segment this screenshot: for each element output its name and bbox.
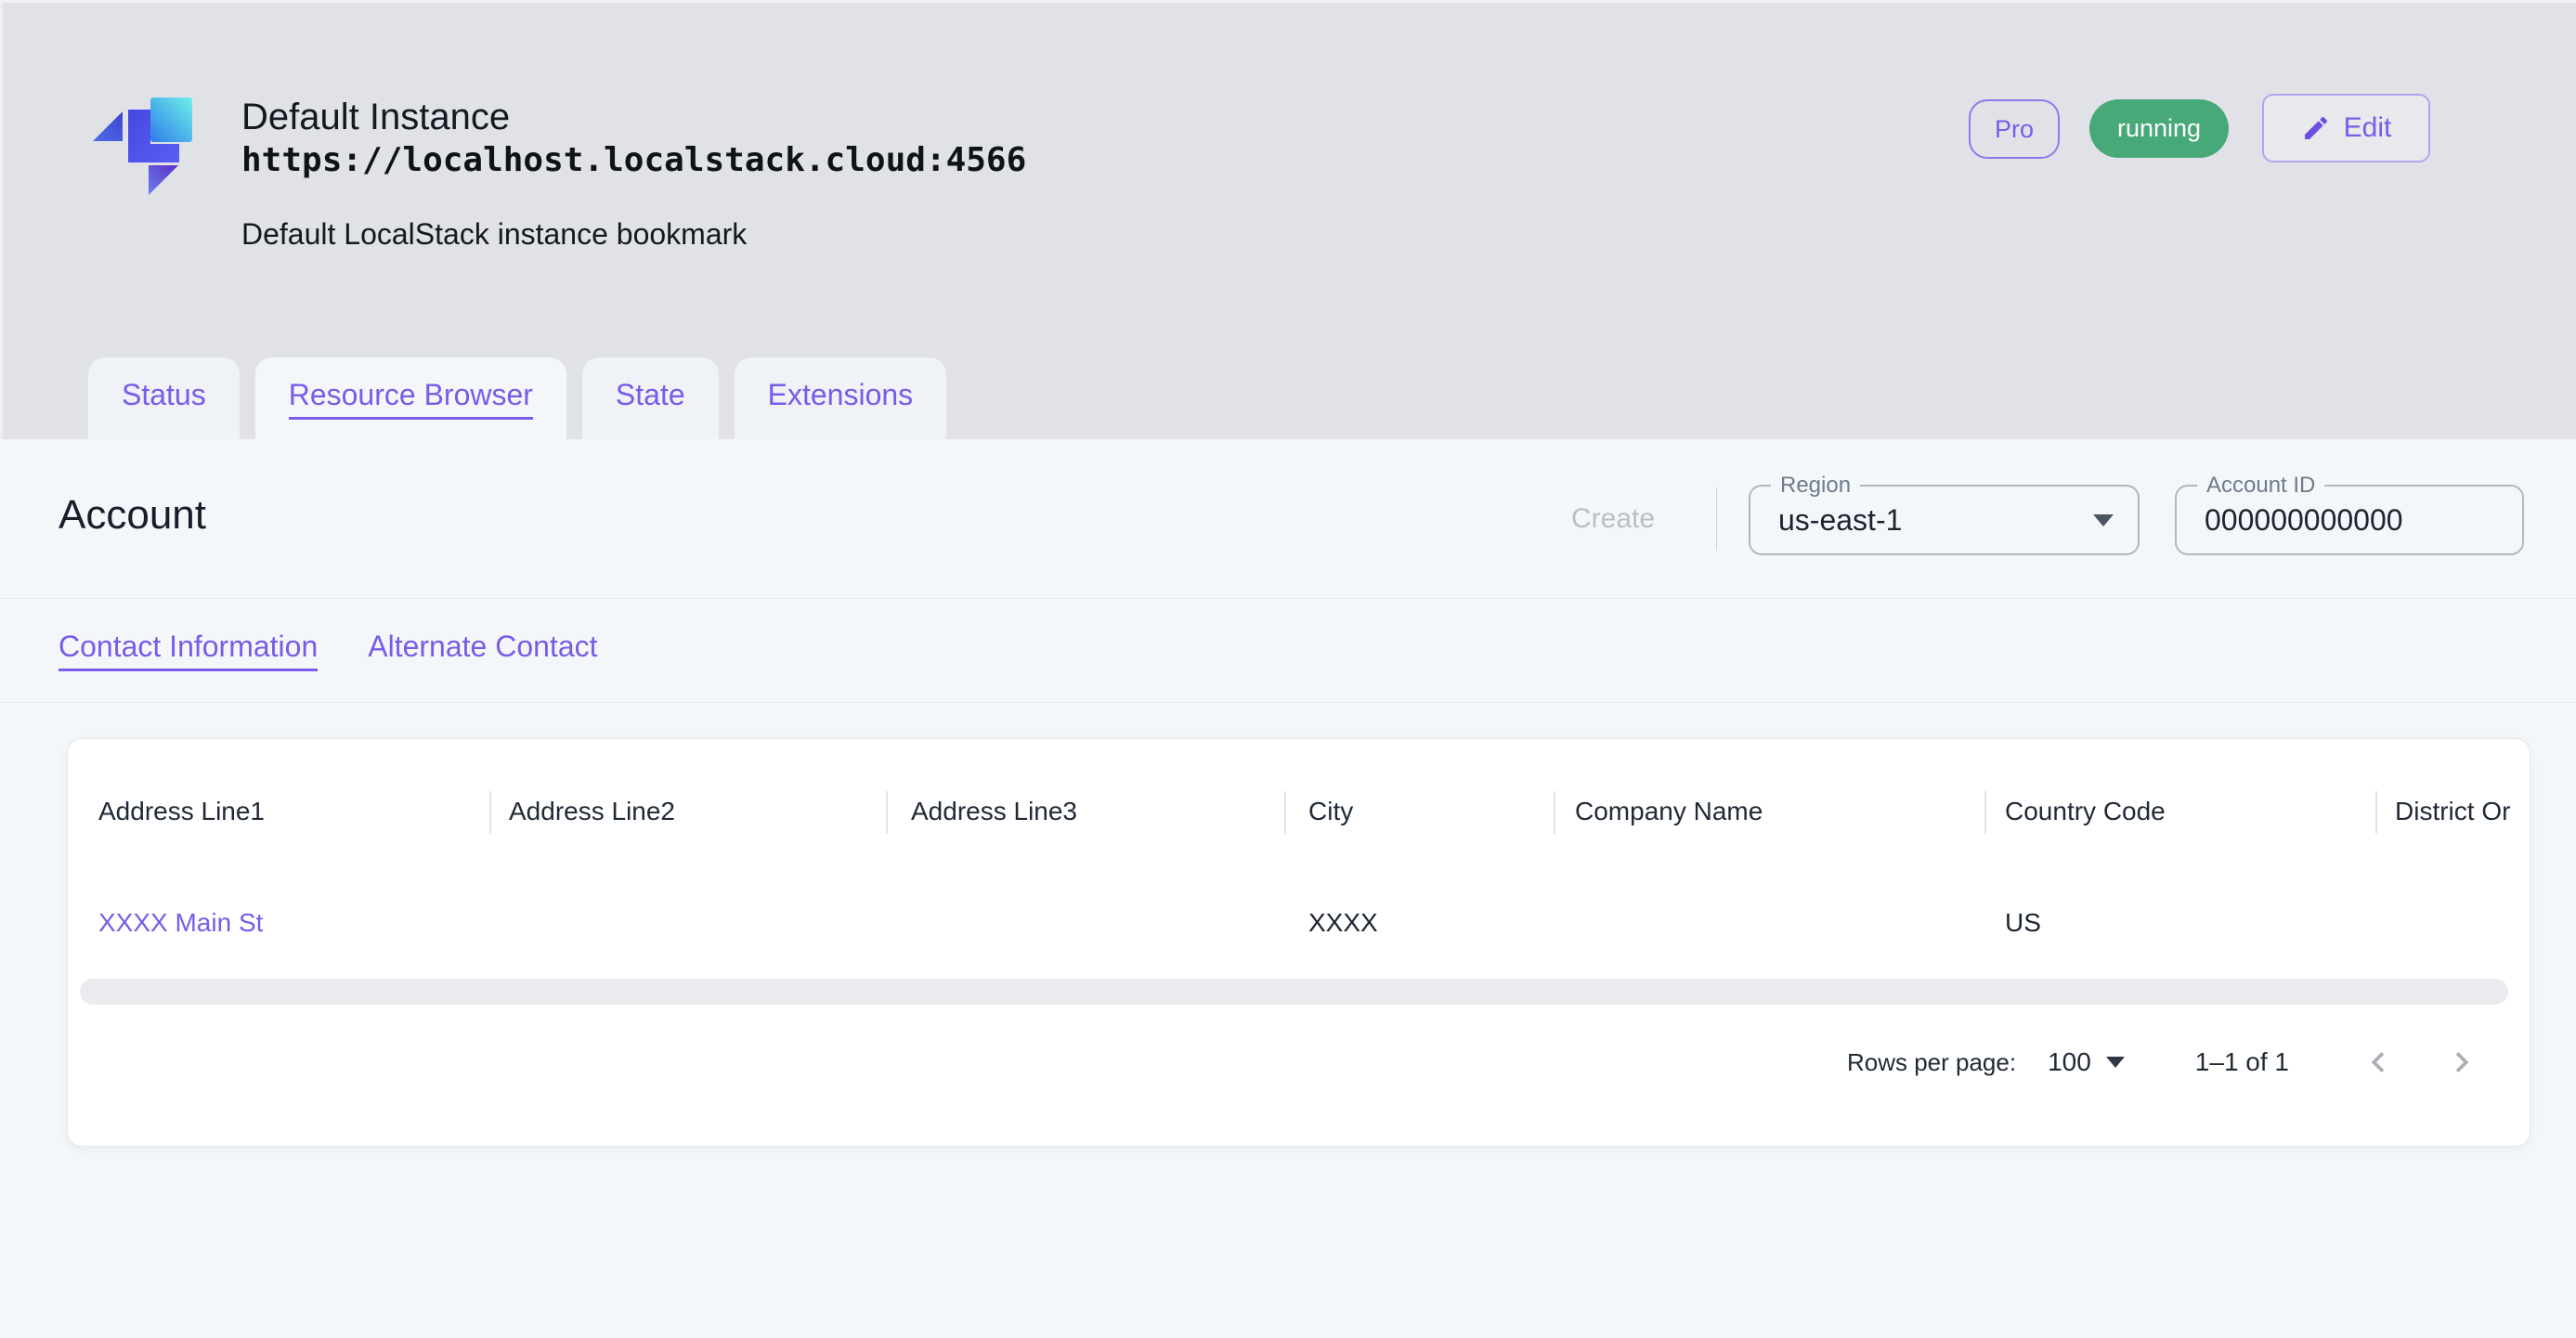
horizontal-scrollbar-thumb[interactable] (80, 979, 2508, 1005)
column-divider (489, 791, 491, 834)
column-divider (1984, 791, 1986, 834)
pagination-range: 1–1 of 1 (2195, 1047, 2289, 1077)
column-header-country-code: Country Code (2005, 797, 2166, 826)
row-country-code: US (2005, 908, 2041, 938)
edit-button-label: Edit (2344, 112, 2392, 144)
region-select-value: us-east-1 (1778, 487, 1902, 553)
chevron-right-icon (2441, 1042, 2482, 1083)
instance-subtitle: Default LocalStack instance bookmark (241, 217, 747, 252)
column-divider (1284, 791, 1286, 834)
tab-state[interactable]: State (582, 357, 719, 439)
arrow-drop-down-icon (2093, 514, 2114, 526)
create-button[interactable]: Create (1566, 502, 1660, 536)
subtab-alternate-contact[interactable]: Alternate Contact (368, 630, 597, 671)
account-id-input[interactable] (2205, 487, 2492, 553)
tab-extensions[interactable]: Extensions (735, 357, 947, 439)
tab-resource-browser[interactable]: Resource Browser (255, 357, 566, 439)
tab-label: Status (122, 378, 206, 420)
instance-tabs: Status Resource Browser State Extensions (88, 357, 946, 439)
rows-per-page-value: 100 (2048, 1047, 2091, 1077)
tab-status[interactable]: Status (88, 357, 240, 439)
edit-button[interactable]: Edit (2262, 94, 2430, 162)
tab-label: Resource Browser (289, 378, 533, 420)
previous-page-button[interactable] (2358, 1042, 2399, 1083)
column-header-address-line2: Address Line2 (509, 797, 675, 826)
column-header-district-or: District Or (2395, 797, 2510, 826)
rows-per-page-select[interactable]: 100 (2048, 1047, 2125, 1077)
localstack-logo (92, 97, 194, 201)
column-divider (1554, 791, 1555, 834)
column-header-city: City (1308, 797, 1353, 826)
arrow-drop-down-icon (2106, 1057, 2125, 1068)
column-header-address-line1: Address Line1 (98, 797, 265, 826)
tab-label: State (616, 378, 685, 420)
resource-browser-panel: Account Create Region us-east-1 Account … (0, 439, 2576, 1338)
localstack-instance-page: Default Instance https://localhost.local… (0, 0, 2576, 1338)
toolbar-divider (1716, 487, 1717, 551)
region-select[interactable]: Region us-east-1 (1749, 485, 2140, 555)
instance-url: https://localhost.localstack.cloud:4566 (241, 141, 1026, 179)
contact-information-card: Address Line1 Address Line2 Address Line… (67, 738, 2530, 1147)
status-badge-label: running (2117, 114, 2201, 143)
next-page-button[interactable] (2441, 1042, 2482, 1083)
account-id-field: Account ID (2175, 485, 2524, 555)
pencil-icon (2301, 113, 2331, 143)
table-pagination: Rows per page: 100 1–1 of 1 (1847, 1036, 2482, 1088)
rows-per-page-label: Rows per page: (1847, 1048, 2016, 1077)
instance-title: Default Instance (241, 97, 510, 138)
chevron-left-icon (2358, 1042, 2399, 1083)
column-header-company-name: Company Name (1575, 797, 1763, 826)
column-divider (2375, 791, 2377, 834)
pro-badge-label: Pro (1995, 115, 2034, 144)
account-subtabs: Contact Information Alternate Contact (0, 599, 2576, 703)
subtab-contact-information[interactable]: Contact Information (59, 630, 318, 671)
row-address-line1-link[interactable]: XXXX Main St (98, 908, 263, 938)
page-title: Account (59, 492, 206, 539)
resource-toolbar: Account Create Region us-east-1 Account … (0, 439, 2576, 599)
column-divider (886, 791, 888, 834)
tab-label: Extensions (768, 378, 914, 420)
pro-badge: Pro (1969, 99, 2060, 159)
row-city: XXXX (1308, 908, 1378, 938)
column-header-address-line3: Address Line3 (911, 797, 1077, 826)
status-badge: running (2089, 99, 2229, 158)
